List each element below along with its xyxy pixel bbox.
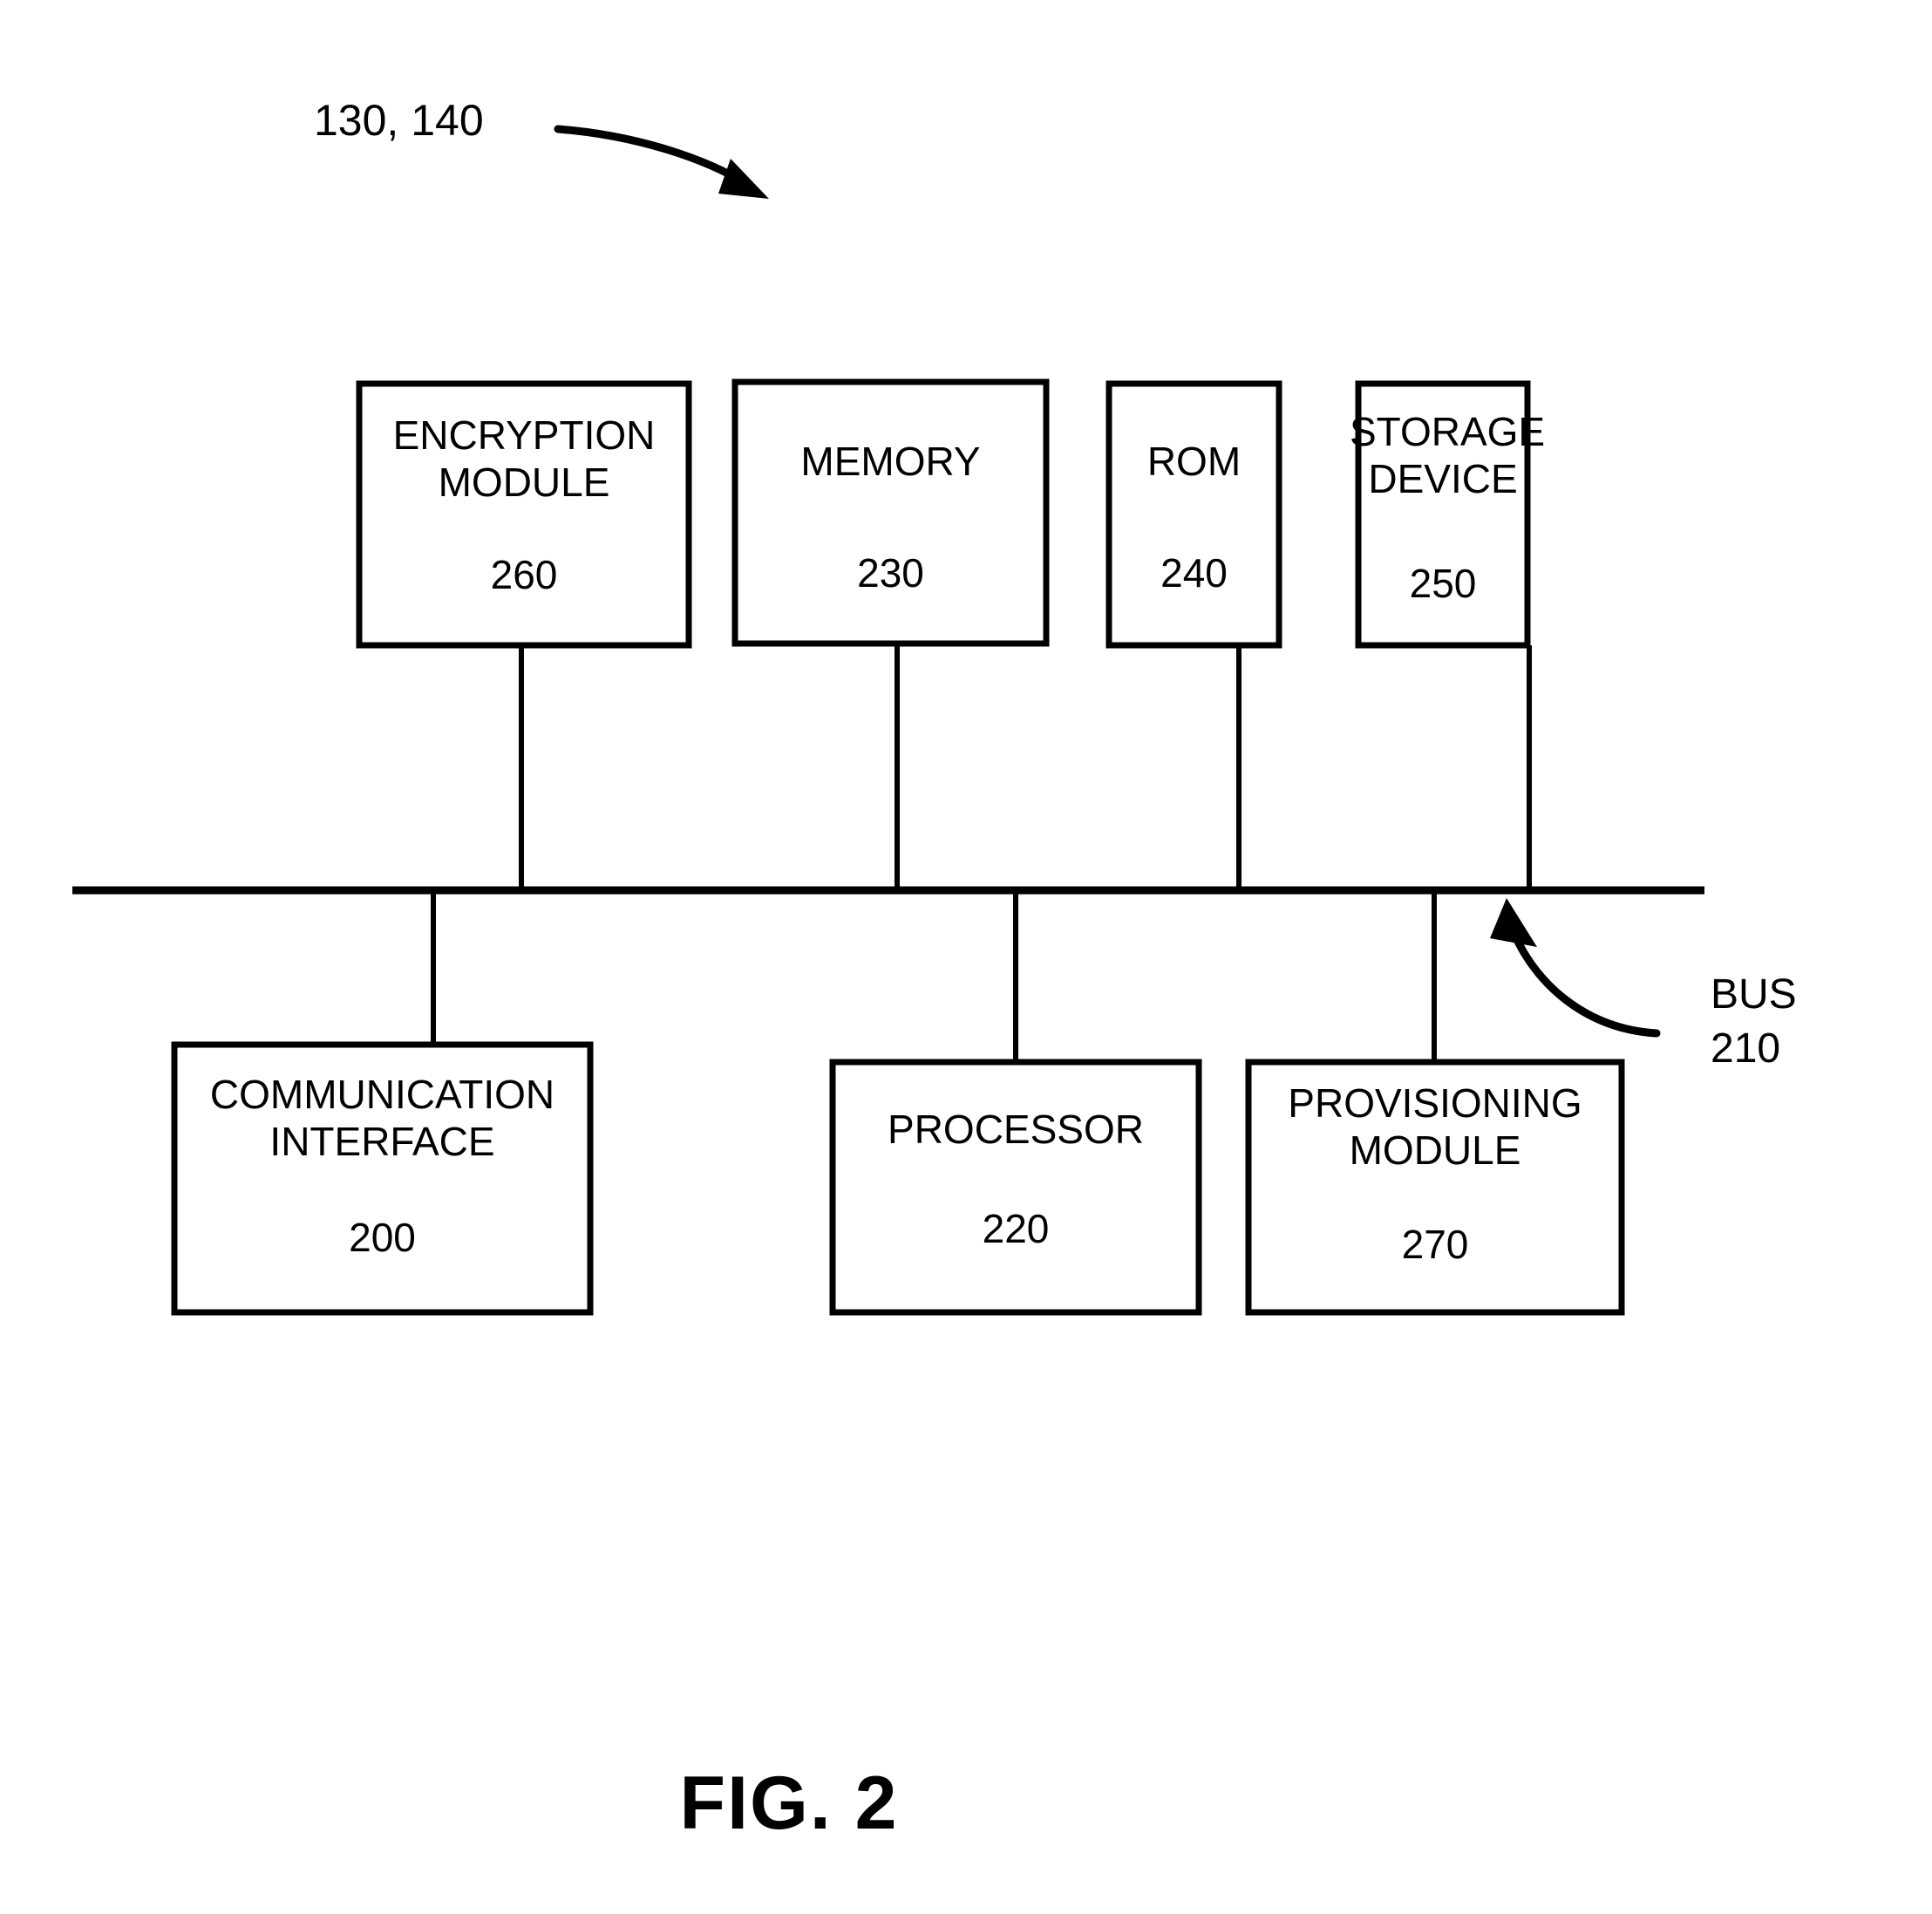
figure-caption: FIG. 2 — [679, 1761, 899, 1845]
block-label-provisioning-module: PROVISIONING MODULE — [1288, 1080, 1582, 1174]
connector-lines-top — [519, 644, 1532, 891]
block-number-storage-device: 250 — [1409, 561, 1477, 606]
patent-figure-canvas — [72, 125, 1704, 1316]
reference-label-130-140: 130, 140 — [314, 96, 484, 145]
block-processor — [829, 1059, 1202, 1316]
block-label-rom: ROM — [1146, 439, 1242, 484]
block-number-provisioning-module: 270 — [1401, 1222, 1469, 1267]
block-label-communication-interface: COMMUNICATION INTERFACE — [209, 1072, 555, 1165]
block-label-storage-device: STORAGE DEVICE — [1350, 409, 1546, 502]
block-label-memory: MEMORY — [800, 439, 981, 484]
block-number-processor: 220 — [982, 1206, 1050, 1251]
bus-callout-number: 210 — [1711, 1025, 1781, 1072]
connector-lines-bottom — [431, 890, 1437, 1062]
figure-page: 130, 140 ENCRYPTION MODULE 260 MEMORY 23… — [0, 0, 1932, 1914]
block-number-encryption-module: 260 — [490, 552, 558, 597]
block-label-processor: PROCESSOR — [888, 1107, 1144, 1152]
block-number-rom: 240 — [1160, 550, 1228, 596]
block-memory — [731, 378, 1050, 647]
block-label-encryption-module: ENCRYPTION MODULE — [392, 412, 656, 506]
bus-leader-arrow — [1490, 898, 1661, 1038]
bus-callout-name: BUS — [1711, 971, 1797, 1018]
block-rom — [1105, 380, 1282, 649]
reference-leader-130-140 — [554, 125, 769, 199]
block-number-communication-interface: 200 — [349, 1215, 416, 1260]
block-number-memory: 230 — [857, 550, 924, 596]
